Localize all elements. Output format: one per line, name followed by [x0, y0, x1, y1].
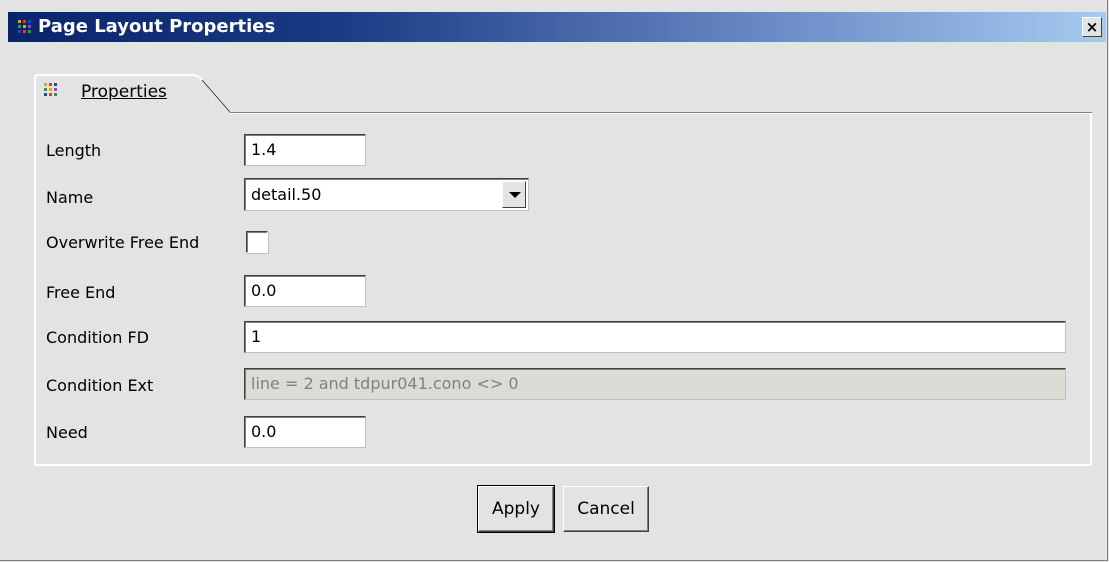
name-select[interactable]: detail.50	[244, 178, 529, 211]
dialog-window: Page Layout Properties × Properties Leng…	[0, 0, 1108, 561]
close-button[interactable]: ×	[1082, 17, 1102, 37]
cancel-button[interactable]: Cancel	[563, 486, 649, 532]
app-grid-icon	[18, 20, 33, 35]
grid-icon	[44, 83, 57, 96]
overwrite-free-end-checkbox[interactable]	[246, 231, 268, 253]
free-end-input[interactable]: 0.0	[244, 275, 366, 307]
condition-ext-label: Condition Ext	[46, 376, 154, 395]
condition-fd-label: Condition FD	[46, 328, 149, 347]
name-select-value: detail.50	[251, 185, 322, 204]
length-input[interactable]: 1.4	[244, 134, 366, 166]
condition-ext-input: line = 2 and tdpur041.cono <> 0	[244, 368, 1066, 400]
apply-button[interactable]: Apply	[477, 485, 555, 533]
tab-properties[interactable]: Properties	[34, 74, 230, 114]
properties-panel	[34, 114, 1092, 466]
tab-label: Properties	[81, 82, 167, 102]
chevron-down-icon[interactable]	[502, 181, 526, 208]
condition-fd-input[interactable]: 1	[244, 321, 1066, 353]
title-bar[interactable]: Page Layout Properties ×	[8, 12, 1106, 42]
window-title: Page Layout Properties	[38, 16, 276, 37]
overwrite-free-end-label: Overwrite Free End	[46, 233, 200, 252]
need-label: Need	[46, 423, 88, 442]
need-input[interactable]: 0.0	[244, 416, 366, 448]
name-label: Name	[46, 188, 94, 207]
free-end-label: Free End	[46, 283, 116, 302]
length-label: Length	[46, 141, 102, 160]
